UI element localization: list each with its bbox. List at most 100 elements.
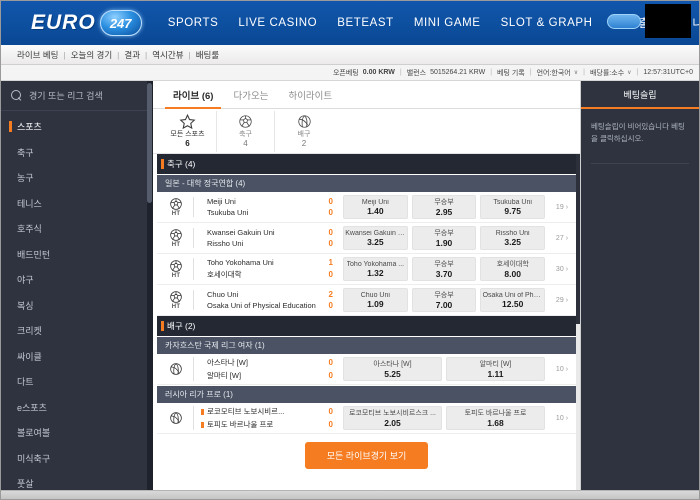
tab-live[interactable]: 라이브 (6) [163,88,223,109]
match-row[interactable]: HT Kwansei Gakuin Uni 0 Rissho Uni 0 Kwansei … [157,223,576,254]
content-scrollbar-thumb[interactable] [576,154,580,324]
odds-format-selector[interactable]: 배당률:소수 ∨ [590,68,632,78]
odds-button[interactable]: 무승부 1.90 [411,226,477,250]
sidebar-item-9[interactable]: 싸이클 [1,344,152,370]
sidebar-scrollbar-thumb[interactable] [147,83,152,203]
odds-button[interactable]: Rissho Uni 3.25 [480,226,546,250]
odds-group: 아스타나 [W] 5.25 알마티 [W] 1.11 [333,357,548,381]
tab-upcoming[interactable]: 다가오는 [223,88,278,108]
breadcrumb-item-today-games[interactable]: 오늘의 경기 [71,49,112,61]
sidebar-item-14[interactable]: 풋살 [1,471,152,490]
match-row[interactable]: HT Toho Yokohama Uni 1 호세이대학 0 Toho Yokohama … [157,254,576,285]
match-row[interactable]: 아스타나 [W] 0 알마티 [W] 0 아스타나 [W] 5.25 알마티 [W] 1.11… [157,354,576,385]
sidebar-item-10[interactable]: 다트 [1,369,152,395]
page-body: 경기 또는 리그 검색 스포츠 축구 농구 테니스 호주식 배드민턴 야구 복싱 크리켓 싸이클 다… [1,81,699,490]
more-markets-link[interactable]: 27 › [548,235,576,242]
odds-value: 3.25 [367,236,384,247]
odds-button[interactable]: 로코모티브 노보시비르스크 ... 2.05 [343,406,442,430]
nav-item-slot-graph[interactable]: SLOT & GRAPH [501,17,593,29]
odds-button[interactable]: Osaka Uni of Physi... 12.50 [480,288,546,312]
odds-button[interactable]: 아스타나 [W] 5.25 [343,357,442,381]
sidebar-item-13[interactable]: 미식축구 [1,446,152,472]
breadcrumb-item-betting-rules[interactable]: 배팅룰 [196,49,219,61]
odds-button[interactable]: Tsukuba Uni 9.75 [480,195,546,219]
team-score: 0 [328,407,333,416]
odds-button[interactable]: 알마티 [W] 1.11 [446,357,545,381]
nav-item-beteast[interactable]: BETEAST [337,17,394,29]
odds-value: 1.68 [487,418,504,428]
search-input[interactable]: 경기 또는 리그 검색 [29,89,103,102]
odds-button[interactable]: 토피도 바르나울 프로 1.68 [446,406,545,430]
search-box[interactable]: 경기 또는 리그 검색 [1,81,152,111]
odds-button[interactable]: Meiji Uni 1.40 [343,195,408,219]
chip-volleyball[interactable]: 배구 2 [275,111,333,152]
bet-history-link[interactable]: 베팅 기록 [497,68,525,78]
nav-pill-button[interactable] [607,13,641,29]
content-scrollbar[interactable] [576,154,580,490]
sidebar-item-6[interactable]: 야구 [1,267,152,293]
team-name: Toho Yokohama Uni [207,258,274,267]
league-header[interactable]: 러시아 리가 프로 (1) [157,386,576,403]
match-row[interactable]: HT Chuo Uni 2 Osaka Uni of Physical Educati… [157,285,576,316]
sidebar-item-0[interactable]: 스포츠 [1,114,152,140]
sidebar-item-3[interactable]: 테니스 [1,191,152,217]
sidebar-scrollbar[interactable] [147,81,152,490]
league-header[interactable]: 카자흐스탄 국제 리그 여자 (1) [157,337,576,354]
odds-button[interactable]: Kwansei Gakuin Uni 3.25 [343,226,408,250]
sidebar-item-11[interactable]: e스포츠 [1,395,152,421]
nav-item-sports[interactable]: SPORTS [168,17,219,29]
more-markets-link[interactable]: 29 › [548,297,576,304]
chip-soccer[interactable]: 축구 4 [217,110,275,152]
chip-volleyball-label: 배구 [297,131,311,139]
sidebar-item-4[interactable]: 호주식 [1,216,152,242]
team-row: 알마티 [W] 0 [201,370,333,381]
site-logo[interactable]: EURO 247 [31,10,142,36]
sidebar-item-2[interactable]: 농구 [1,165,152,191]
chip-all-sports[interactable]: 모든 스포츠 6 [159,110,217,152]
team-name: Osaka Uni of Physical Education [207,301,316,310]
more-markets-link[interactable]: 10 › [548,415,576,422]
odds-group: Meiji Uni 1.40 무승부 2.95 Tsukuba Uni 9.75 [333,195,548,219]
view-all-live-button[interactable]: 모든 라이브경기 보기 [304,442,429,469]
odds-label: 무승부 [434,230,454,237]
odds-button[interactable]: Toho Yokohama ... 1.32 [343,257,408,281]
match-row[interactable]: 로코모티브 노보시비르... 0 토피도 바르나울 프로 0 로코모티브 노보시비르스크… [157,403,576,434]
sidebar-item-label: 호주식 [17,224,42,235]
odds-button[interactable]: Chuo Uni 1.09 [343,288,408,312]
chevron-right-icon: › [565,296,569,304]
odds-button[interactable]: 무승부 7.00 [411,288,477,312]
breadcrumb-item-timeline-view[interactable]: 역시간뷰 [152,49,183,61]
more-markets-link[interactable]: 19 › [548,204,576,211]
breadcrumb-item-results[interactable]: 결과 [124,49,140,61]
nav-item-mini-game[interactable]: MINI GAME [414,17,481,29]
sidebar-item-5[interactable]: 배드민턴 [1,242,152,268]
more-markets-link[interactable]: 30 › [548,266,576,273]
sidebar-item-12[interactable]: 볼로여볼 [1,420,152,446]
odds-button[interactable]: 무승부 3.70 [411,257,477,281]
sidebar-item-1[interactable]: 축구 [1,140,152,166]
language-selector[interactable]: 언어:한국어 ∨ [537,68,579,78]
section-header-label: 배구 (2) [167,321,196,331]
odds-button[interactable]: 무승부 2.95 [411,195,477,219]
match-teams: 로코모티브 노보시비르... 0 토피도 바르나울 프로 0 [193,406,333,430]
breadcrumb-item-live-betting[interactable]: 라이브 베팅 [17,49,58,61]
team-name: Kwansei Gakuin Uni [207,228,275,237]
sidebar-item-7[interactable]: 복싱 [1,293,152,319]
odds-label: 무승부 [434,199,454,206]
team-name: 호세이대학 [207,270,242,279]
tab-highlights[interactable]: 하이라이트 [278,88,342,108]
sidebar-item-label: 스포츠 [17,122,42,133]
more-markets-link[interactable]: 10 › [548,366,576,373]
odds-button[interactable]: 호세이대학 8.00 [480,257,546,281]
bet-slip-body: 베팅슬립이 비어있습니다 베팅을 클릭하십시오. [581,109,699,176]
nav-item-live-casino[interactable]: LIVE CASINO [238,17,317,29]
sidebar-item-8[interactable]: 크리켓 [1,318,152,344]
team-score: 0 [328,270,333,279]
match-row[interactable]: HT Meiji Uni 0 Tsukuba Uni 0 Meiji Uni 1.40 무승부… [157,192,576,223]
section-header-1[interactable]: 배구 (2) [157,316,576,336]
section-header-0[interactable]: 축구 (4) [157,154,576,174]
soccer-ball-icon: HT [159,259,193,279]
league-header[interactable]: 일본 - 대학 정국연합 (4) [157,175,576,192]
server-clock: 12:57:31UTC+0 [643,69,693,76]
chevron-right-icon: › [565,234,569,242]
